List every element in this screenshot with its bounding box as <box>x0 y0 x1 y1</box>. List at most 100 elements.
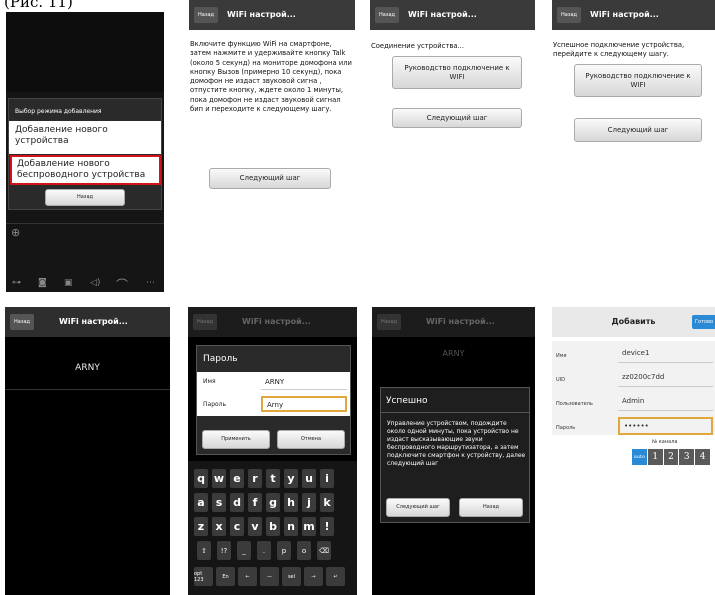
back-button[interactable]: Назад <box>377 314 402 330</box>
keyboard-key[interactable]: ↵ <box>326 567 345 586</box>
keyboard-key[interactable]: ← <box>238 567 257 586</box>
next-step-button[interactable]: Следующий шаг <box>574 118 702 142</box>
add-mode-dialog: Выбор режима добавления Добавление новог… <box>8 98 162 210</box>
back-button[interactable]: Назад <box>193 314 218 330</box>
name-label: Имя <box>203 378 216 385</box>
next-step-button[interactable]: Следующий шаг <box>209 168 331 189</box>
key-icon[interactable]: ⊶ <box>12 278 21 288</box>
keyboard-key[interactable]: ⇧ <box>197 541 211 560</box>
keyboard-key[interactable]: ! <box>320 517 334 536</box>
keyboard-key[interactable]: d <box>230 493 244 512</box>
header: Добавить Готово <box>552 307 715 337</box>
name-field[interactable]: ARNY <box>261 374 347 390</box>
keyboard-key[interactable]: v <box>248 517 262 536</box>
keyboard-key[interactable]: t <box>266 469 280 488</box>
status-text: Соединение устройства... <box>371 42 464 50</box>
header-title: WiFi настрой... <box>590 10 659 19</box>
next-step-button[interactable]: Следующий шаг <box>386 498 450 517</box>
success-dialog: Успешно Управление устройством, подождит… <box>380 387 530 523</box>
keyboard-key[interactable]: e <box>230 469 244 488</box>
back-button[interactable]: Назад <box>10 314 35 330</box>
keyboard-key[interactable]: m <box>302 517 316 536</box>
keyboard-key[interactable]: r <box>248 469 262 488</box>
header-title: Добавить <box>611 317 656 326</box>
keyboard-key[interactable]: z <box>194 517 208 536</box>
keyboard-key[interactable]: En <box>216 567 235 586</box>
option-add-wireless-device[interactable]: Добавление нового беспроводного устройст… <box>10 155 161 185</box>
keyboard-key[interactable]: ⌫ <box>317 541 331 560</box>
header-title: WiFi настрой... <box>59 317 128 326</box>
keyboard-key[interactable]: . <box>257 541 271 560</box>
gallery-icon[interactable]: ▣ <box>64 278 73 288</box>
channel-option[interactable]: auto <box>632 449 647 465</box>
channel-option[interactable]: 4 <box>695 449 710 465</box>
keyboard-key[interactable]: → <box>304 567 323 586</box>
header: Назад WiFi настрой... <box>188 307 357 337</box>
back-button[interactable]: Назад <box>375 7 400 23</box>
user-field[interactable]: Admin <box>618 393 713 411</box>
channel-option[interactable]: 1 <box>647 449 663 465</box>
apply-button[interactable]: Применить <box>202 430 270 449</box>
keyboard-key[interactable]: !? <box>217 541 231 560</box>
name-label: Имя <box>556 353 567 359</box>
keyboard-key[interactable]: u <box>302 469 316 488</box>
hangup-icon[interactable]: ⌒ <box>116 276 128 292</box>
keyboard-key[interactable]: — <box>260 567 279 586</box>
next-step-button[interactable]: Следующий шаг <box>392 108 522 128</box>
keyboard-key[interactable]: b <box>266 517 280 536</box>
keyboard-key[interactable]: x <box>212 517 226 536</box>
add-icon[interactable]: ⊕ <box>11 226 20 239</box>
camera-icon[interactable]: ◙ <box>38 278 47 288</box>
done-button[interactable]: Готово <box>692 315 715 329</box>
keyboard-key[interactable]: _ <box>237 541 251 560</box>
keyboard-key[interactable]: sel <box>282 567 301 586</box>
screen-add-device: Добавить Готово Имя device1 UID zz0200c7… <box>552 307 715 595</box>
back-button[interactable]: Назад <box>45 189 125 206</box>
back-button[interactable]: Назад <box>459 498 523 517</box>
back-button[interactable]: Назад <box>557 7 582 23</box>
header-title: WiFi настрой... <box>408 10 477 19</box>
keyboard-key[interactable]: o <box>297 541 311 560</box>
header: Назад WiFi настрой... <box>5 307 170 337</box>
channel-option[interactable]: 2 <box>663 449 679 465</box>
channel-option[interactable]: 3 <box>679 449 695 465</box>
video-area <box>6 12 164 92</box>
screen-wifi-connecting: Назад WiFi настрой... Соединение устройс… <box>370 0 535 140</box>
screen-add-mode: Выбор режима добавления Добавление новог… <box>6 12 164 292</box>
name-field[interactable]: device1 <box>618 345 713 363</box>
wifi-guide-button[interactable]: Руководство подключение к WIFI <box>392 56 522 89</box>
password-label: Пароль <box>203 401 227 408</box>
keyboard-key[interactable]: p <box>277 541 291 560</box>
keyboard-key[interactable]: k <box>320 493 334 512</box>
keyboard-key[interactable]: f <box>248 493 262 512</box>
cancel-button[interactable]: Отмена <box>277 430 345 449</box>
speaker-icon[interactable]: ◁) <box>90 278 100 288</box>
instruction-figure: (Рис. 11) Выбор режима добавления Добавл… <box>0 0 715 595</box>
wifi-guide-button[interactable]: Руководство подключение к WIFI <box>574 64 702 97</box>
keyboard-key[interactable]: n <box>284 517 298 536</box>
password-field[interactable]: •••••• <box>618 417 713 435</box>
keyboard-key[interactable]: w <box>212 469 226 488</box>
password-field[interactable]: Arny <box>261 396 347 412</box>
keyboard-key[interactable]: c <box>230 517 244 536</box>
divider <box>381 412 529 413</box>
more-icon[interactable]: ⋯ <box>146 278 155 288</box>
option-add-device[interactable]: Добавление нового устройства <box>9 121 161 154</box>
back-button[interactable]: Назад <box>194 7 219 23</box>
dialog-title: Успешно <box>386 396 428 406</box>
keyboard-key[interactable]: g <box>266 493 280 512</box>
keyboard-key[interactable]: j <box>302 493 316 512</box>
keyboard-key[interactable]: s <box>212 493 226 512</box>
network-item[interactable]: ARNY <box>5 363 170 373</box>
keyboard-key[interactable]: q <box>194 469 208 488</box>
keyboard-key[interactable]: opt 123 <box>194 567 213 586</box>
header-title: WiFi настрой... <box>242 317 311 326</box>
keyboard-key[interactable]: a <box>194 493 208 512</box>
uid-field[interactable]: zz0200c7dd <box>618 369 713 387</box>
password-label: Пароль <box>556 425 576 431</box>
header: Назад WiFi настрой... <box>372 307 535 337</box>
keyboard-key[interactable]: y <box>284 469 298 488</box>
header-title: WiFi настрой... <box>227 10 296 19</box>
keyboard-key[interactable]: i <box>320 469 334 488</box>
keyboard-key[interactable]: h <box>284 493 298 512</box>
